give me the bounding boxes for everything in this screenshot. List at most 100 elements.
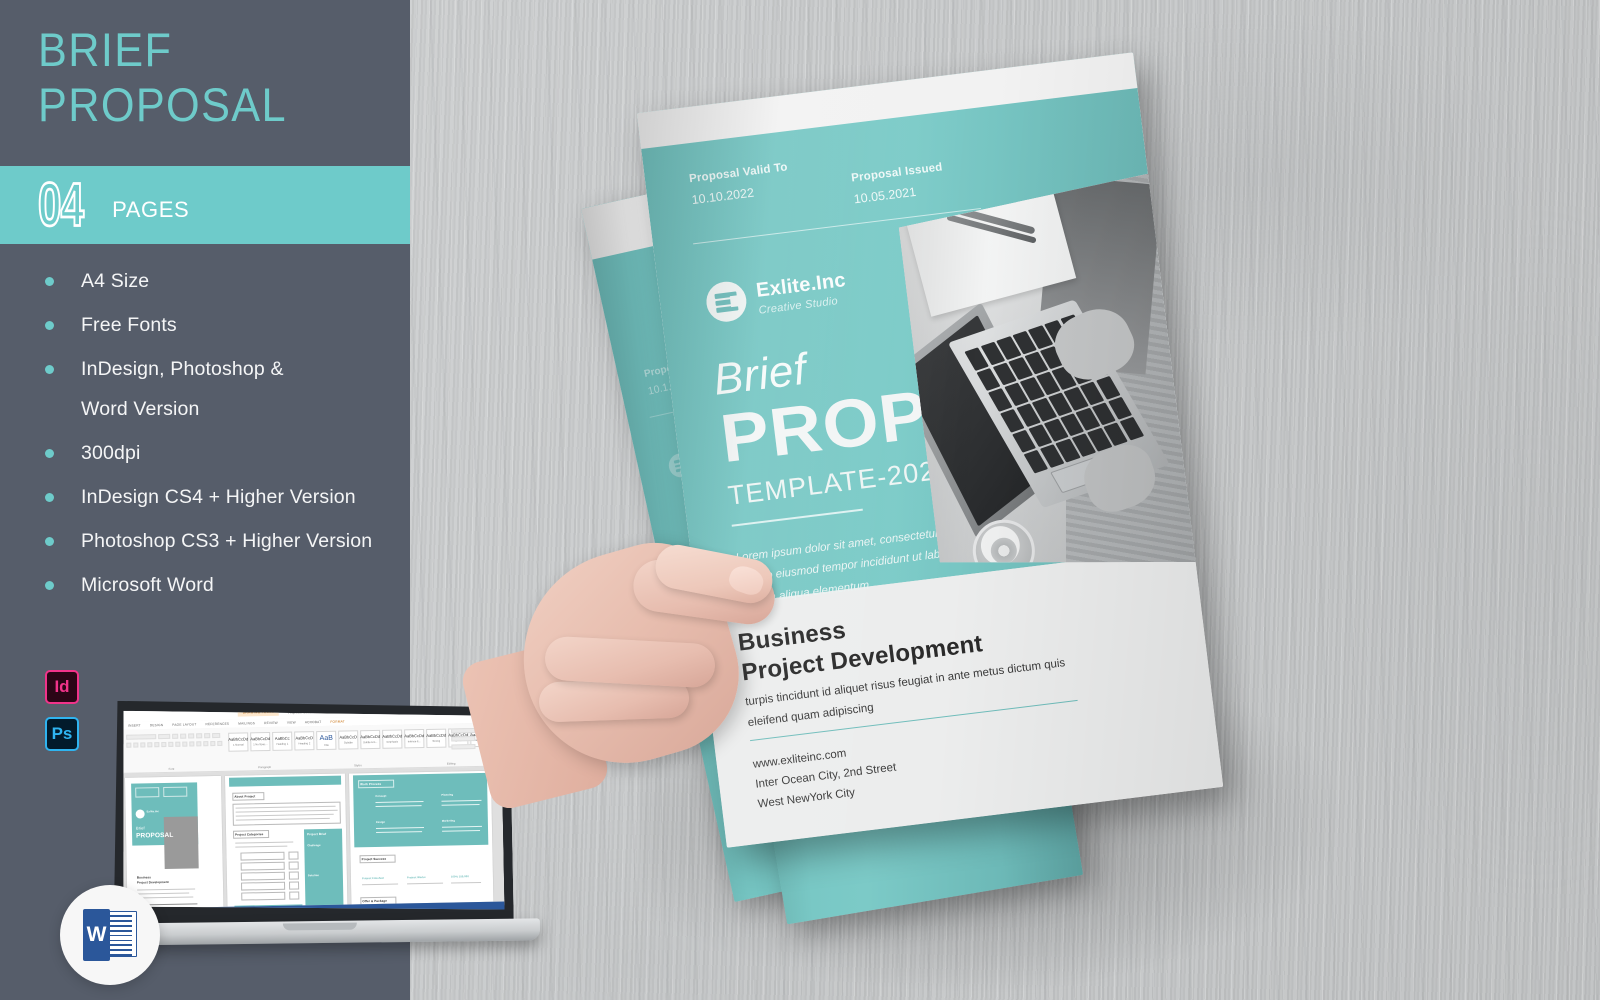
word-icon-letter: W xyxy=(83,909,110,961)
style-name: Subtle Em... xyxy=(363,740,378,744)
mini-success-title: Project Success xyxy=(361,856,387,862)
mini-meta-2 xyxy=(163,787,187,797)
font-color-button[interactable] xyxy=(168,742,173,747)
style-subtitle[interactable]: AaBbCcD Subtitle xyxy=(338,730,358,749)
indent-buttons[interactable] xyxy=(212,733,220,738)
scene-stage: Proposal 10.1... PROPOSAL Proposal Valid… xyxy=(0,0,1600,1000)
strikethrough-button[interactable] xyxy=(147,742,152,747)
mini-title-main: PROPOSAL xyxy=(136,831,174,840)
style-strong[interactable]: AaBbCcDd Strong xyxy=(426,729,446,748)
underline-button[interactable] xyxy=(140,742,145,747)
mini-solution-title: Solution xyxy=(307,874,320,878)
word-font-paragraph-tools xyxy=(126,733,224,751)
laptop-screen: DRAWING TOOLS Proposal Cover 01 - Micros… xyxy=(120,704,505,917)
pages-count-band: 04 PAGES xyxy=(0,166,410,244)
word-icon: W xyxy=(83,909,137,961)
style-preview: AaB xyxy=(319,734,333,742)
style-intense-emphasis[interactable]: AaBbCcDd Intense E... xyxy=(404,729,424,748)
feature-label-wrap: InDesign, Photoshop & Word Version xyxy=(81,359,284,420)
tab-review[interactable]: REVIEW xyxy=(264,721,278,725)
font-size-box[interactable] xyxy=(158,734,170,739)
tab-mailings[interactable]: MAILINGS xyxy=(238,721,255,725)
mini-challenge-title: Challenge xyxy=(307,844,321,848)
document-page-2[interactable]: About Project Project Categories Project… xyxy=(225,774,347,907)
feature-label: A4 Size xyxy=(81,270,150,292)
word-document-canvas[interactable]: Exlite.Inc Brief PROPOSAL Business Proje… xyxy=(121,767,505,909)
style-subtle-emphasis[interactable]: AaBbCcDd Subtle Em... xyxy=(360,730,380,749)
cover-photo xyxy=(896,173,1200,594)
style-emphasis[interactable]: AaBbCcDd Emphasis xyxy=(382,729,402,748)
document-page-1[interactable]: Exlite.Inc Brief PROPOSAL Business Proje… xyxy=(125,776,223,909)
mini-project-brief xyxy=(304,829,344,907)
mini-about-title: About Project xyxy=(234,794,256,799)
italic-button[interactable] xyxy=(133,743,138,748)
mini-heading-line1: Business xyxy=(136,875,152,880)
mini-success-stat-3: 100% 150,000 xyxy=(450,875,469,879)
style-heading2[interactable]: AaBbCcD Heading 2 xyxy=(294,731,314,750)
grow-font-button[interactable] xyxy=(172,734,178,739)
bullet-dot-icon xyxy=(45,536,54,546)
shading-button[interactable] xyxy=(210,741,215,746)
bold-button[interactable] xyxy=(126,743,131,748)
find-button[interactable] xyxy=(451,728,475,733)
style-heading1[interactable]: AaBbCc Heading 1 xyxy=(272,732,292,751)
tab-design[interactable]: DESIGN xyxy=(150,723,163,727)
align-right-button[interactable] xyxy=(189,741,194,746)
style-name: Heading 1 xyxy=(276,742,289,746)
tab-insert[interactable]: INSERT xyxy=(128,723,141,727)
tab-view[interactable]: VIEW xyxy=(287,720,296,724)
word-ribbon: AaBbCcDd 1 Normal AaBbCcDd 1 No Spac... Aa… xyxy=(120,723,502,774)
shrink-font-button[interactable] xyxy=(180,734,186,739)
line-spacing-button[interactable] xyxy=(203,741,208,746)
select-button[interactable] xyxy=(451,744,475,749)
style-name: Heading 2 xyxy=(298,741,311,746)
group-label-styles: Styles xyxy=(354,763,362,768)
tab-page-layout[interactable]: PAGE LAYOUT xyxy=(172,722,196,726)
subscript-button[interactable] xyxy=(154,742,159,747)
style-name: Subtitle xyxy=(343,741,353,745)
style-title[interactable]: AaB Title xyxy=(316,731,336,750)
align-center-button[interactable] xyxy=(182,742,187,747)
feature-list: A4 Size Free Fonts InDesign, Photoshop &… xyxy=(38,270,398,620)
replace-button[interactable] xyxy=(451,736,475,741)
text-highlight-button[interactable] xyxy=(161,742,166,747)
feature-label: InDesign CS4 + Higher Version xyxy=(81,485,356,508)
pages-count-label: PAGES xyxy=(112,197,190,222)
tab-references[interactable]: REFERENCES xyxy=(205,722,229,726)
page-title-line2: PROPOSAL xyxy=(38,78,287,132)
borders-button[interactable] xyxy=(217,741,222,746)
justify-button[interactable] xyxy=(196,741,201,746)
font-name-box[interactable] xyxy=(126,734,156,740)
page-title-line1: BRIEF xyxy=(38,23,173,76)
mini-meta-1 xyxy=(135,787,159,797)
photoshop-icon: Ps xyxy=(45,717,79,751)
style-name: Intense E... xyxy=(407,739,421,743)
tab-format[interactable]: FORMAT xyxy=(330,720,344,724)
numbering-button[interactable] xyxy=(196,733,202,738)
bullets-button[interactable] xyxy=(188,733,194,738)
style-name: 1 No Spac... xyxy=(253,742,268,746)
mini-brief-title: Project Brief xyxy=(307,831,327,837)
feature-label-continued: Word Version xyxy=(81,397,200,420)
laptop-mockup: DRAWING TOOLS Proposal Cover 01 - Micros… xyxy=(99,693,541,966)
bullet-dot-icon xyxy=(45,321,54,330)
mini-photo-block xyxy=(164,816,199,869)
mini-workprocess-title: Work Process xyxy=(360,781,382,787)
tab-acrobat[interactable]: ACROBAT xyxy=(305,720,322,724)
style-normal[interactable]: AaBbCcDd 1 Normal xyxy=(228,732,248,751)
toolbar-row xyxy=(126,733,224,740)
bullet-dot-icon xyxy=(45,448,54,458)
word-context-tab: DRAWING TOOLS xyxy=(238,708,279,717)
laptop-base xyxy=(99,918,541,946)
multilevel-list-button[interactable] xyxy=(204,733,210,738)
feature-label: Photoshop CS3 + Higher Version xyxy=(81,529,373,552)
mini-categories-title: Project Categories xyxy=(235,832,264,837)
document-page-3[interactable]: Work Process Concept Planning Design Mar… xyxy=(349,771,493,905)
mini-success-stat-2: Project Works xyxy=(406,876,426,880)
style-no-spacing[interactable]: AaBbCcDd 1 No Spac... xyxy=(250,732,270,751)
bullet-dot-icon xyxy=(45,492,54,502)
mini-offer-title: Offer & Package xyxy=(362,898,388,904)
align-left-button[interactable] xyxy=(175,742,180,747)
mini-p2-banner xyxy=(229,776,341,787)
laptop-lid-notch xyxy=(282,922,357,931)
